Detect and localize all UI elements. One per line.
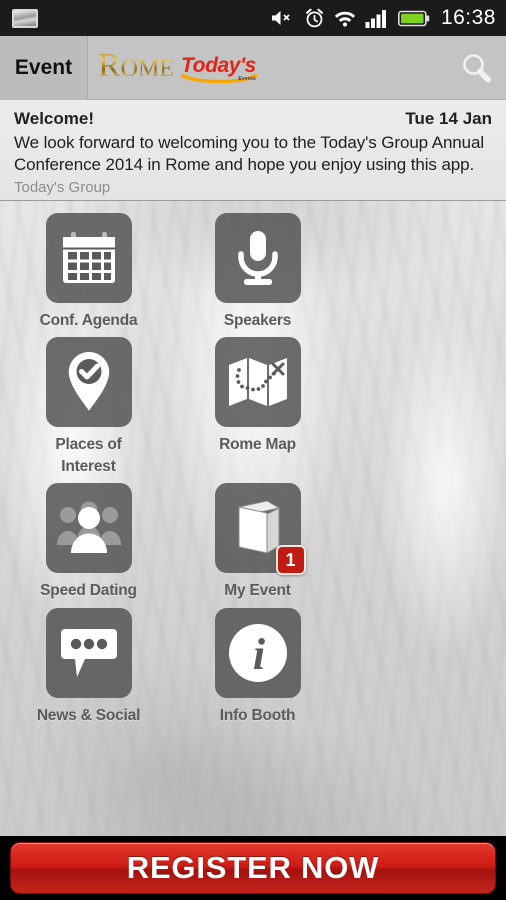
app-tile-grid: Conf. Agenda Speakers Places of Interest…	[0, 213, 506, 732]
grid-cell[interactable]: News & Social	[8, 607, 169, 726]
tile-news-social[interactable]	[45, 607, 132, 698]
tile-label: Rome Map	[219, 436, 296, 454]
welcome-message: We look forward to welcoming you to the …	[14, 133, 485, 174]
tile-info-booth[interactable]: i	[214, 607, 301, 698]
search-icon	[463, 53, 491, 82]
logo-tagline: Events	[238, 76, 256, 82]
calendar-icon	[62, 232, 115, 283]
grid-cell[interactable]: Speakers	[177, 213, 338, 331]
tile-label: Conf. Agenda	[39, 312, 138, 329]
tile-label: My Event	[224, 582, 291, 600]
grid-cell[interactable]: Speed Dating	[8, 483, 169, 601]
logo-rome-text: Rome	[98, 47, 175, 84]
people-group-icon	[56, 501, 121, 554]
info-circle-icon: i	[228, 623, 287, 682]
grid-cell[interactable]: i Info Booth	[177, 607, 338, 726]
grid-cell[interactable]: 1 My Event	[177, 483, 338, 601]
svg-text:i: i	[252, 630, 265, 679]
folded-map-icon	[228, 358, 287, 407]
status-bar-clock: 16:38	[440, 6, 496, 29]
grid-cell[interactable]: Conf. Agenda	[8, 213, 169, 331]
tile-speakers[interactable]	[214, 213, 301, 303]
welcome-date: Tue 14 Jan	[405, 109, 492, 128]
map-pin-check-icon	[68, 352, 109, 412]
tile-label: Speed Dating	[40, 582, 137, 600]
signal-bars-icon	[365, 9, 386, 28]
tile-rome-map[interactable]	[214, 337, 301, 428]
tile-places-of-interest[interactable]	[45, 337, 132, 428]
tile-speed-dating[interactable]	[45, 483, 132, 574]
welcome-source: Today's Group	[14, 178, 111, 196]
tile-label: Places of Interest	[55, 436, 122, 475]
app-screen: 16:38 Event Rome Today's Events Welcome!…	[0, 0, 506, 900]
badge-count: 1	[275, 545, 306, 576]
search-button[interactable]	[446, 36, 506, 100]
home-grid-area: Conf. Agenda Speakers Places of Interest…	[0, 201, 506, 836]
grid-cell[interactable]: Rome Map	[177, 337, 338, 477]
status-bar-left	[12, 8, 38, 28]
welcome-banner[interactable]: Welcome! Tue 14 Jan We look forward to w…	[0, 100, 506, 201]
welcome-title: Welcome!	[14, 109, 94, 128]
logo-todays: Today's Events	[181, 55, 258, 83]
microphone-icon	[237, 231, 278, 285]
welcome-header-row: Welcome! Tue 14 Jan	[14, 109, 492, 129]
tile-my-event[interactable]: 1	[214, 483, 306, 576]
status-bar: 16:38	[0, 0, 506, 36]
app-header: Event Rome Today's Events	[0, 35, 506, 100]
alarm-clock-icon	[305, 8, 323, 27]
speech-bubble-icon	[60, 628, 117, 677]
bottom-bar: REGISTER NOW	[0, 836, 506, 900]
register-now-button[interactable]: REGISTER NOW	[10, 842, 496, 894]
volume-mute-icon	[271, 11, 290, 25]
tile-conf-agenda[interactable]	[45, 213, 132, 303]
tile-label: Info Booth	[219, 706, 296, 724]
grid-cell[interactable]: Places of Interest	[8, 337, 169, 477]
app-logo: Rome Today's Events	[88, 47, 258, 86]
status-bar-right: 16:38	[271, 6, 496, 30]
screenshot-icon	[12, 8, 38, 28]
event-button[interactable]: Event	[0, 35, 88, 100]
battery-icon	[397, 10, 430, 26]
tile-label: News & Social	[36, 706, 141, 724]
wifi-icon	[334, 11, 356, 27]
tile-label: Speakers	[223, 312, 292, 329]
